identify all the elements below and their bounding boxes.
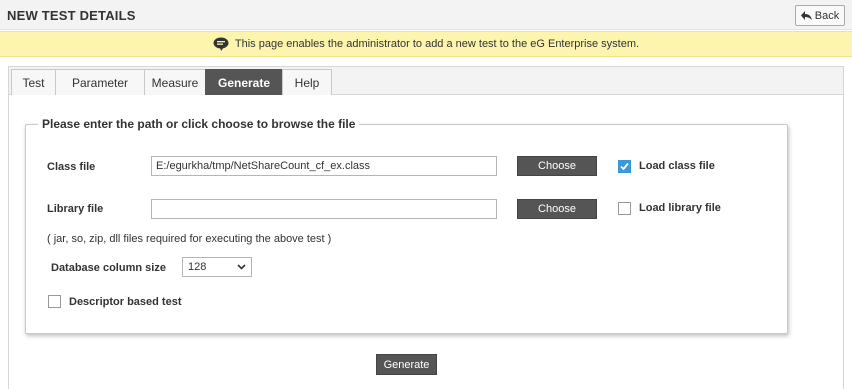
- db-column-size-value: 128: [188, 261, 207, 273]
- library-file-choose-button[interactable]: Choose: [517, 199, 597, 219]
- tab-generate[interactable]: Generate: [205, 69, 283, 95]
- load-library-file-label: Load library file: [639, 202, 721, 214]
- class-file-label: Class file: [47, 161, 96, 173]
- tab-help[interactable]: Help: [282, 69, 332, 95]
- checkmark-icon: [620, 162, 629, 171]
- db-column-size-label: Database column size: [51, 262, 166, 274]
- tab-parameter[interactable]: Parameter: [55, 69, 145, 95]
- load-class-file-label: Load class file: [639, 160, 715, 172]
- back-button[interactable]: Back: [795, 5, 845, 26]
- class-file-choose-button[interactable]: Choose: [517, 156, 597, 176]
- file-types-note: ( jar, so, zip, dll files required for e…: [47, 233, 332, 245]
- speech-bubble-icon: [213, 37, 229, 51]
- info-banner: This page enables the administrator to a…: [0, 31, 852, 57]
- generate-button[interactable]: Generate: [376, 354, 437, 375]
- library-file-input[interactable]: [151, 199, 497, 219]
- class-file-input[interactable]: E:/egurkha/tmp/NetShareCount_cf_ex.class: [151, 156, 497, 176]
- tab-measure[interactable]: Measure: [144, 69, 206, 95]
- back-button-label: Back: [814, 9, 840, 22]
- tab-bar: Test Parameter Measure Generate Help: [9, 67, 843, 95]
- descriptor-based-test-label: Descriptor based test: [69, 296, 182, 308]
- descriptor-based-test-checkbox[interactable]: [48, 295, 61, 308]
- fieldset-legend: Please enter the path or click choose to…: [38, 117, 360, 131]
- page-header: NEW TEST DETAILS Back: [0, 0, 852, 30]
- page-title: NEW TEST DETAILS: [7, 8, 136, 23]
- main-panel: Test Parameter Measure Generate Help Ple…: [8, 66, 844, 389]
- tab-test[interactable]: Test: [11, 69, 56, 95]
- db-column-size-select[interactable]: 128: [182, 257, 252, 277]
- chevron-down-icon: [237, 264, 246, 270]
- back-arrow-icon: [800, 11, 812, 20]
- load-library-file-checkbox[interactable]: [618, 202, 631, 215]
- file-path-fieldset: Please enter the path or click choose to…: [25, 117, 788, 334]
- info-message: This page enables the administrator to a…: [234, 38, 640, 50]
- load-class-file-checkbox[interactable]: [618, 160, 631, 173]
- library-file-label: Library file: [47, 203, 104, 215]
